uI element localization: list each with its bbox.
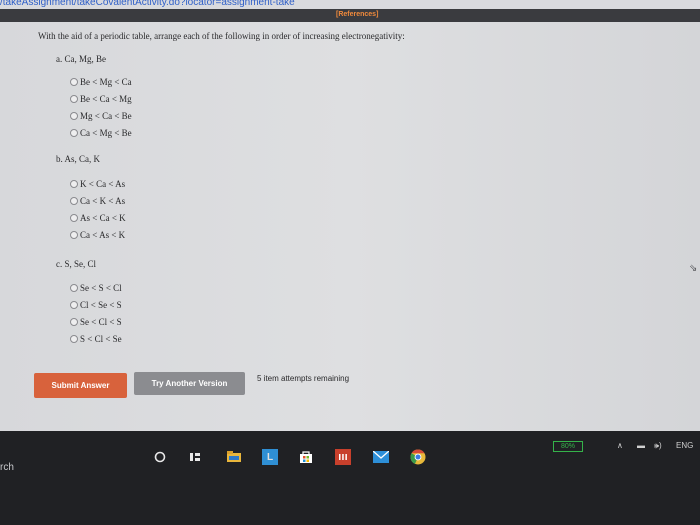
option-c-4[interactable]: S < Cl < Se (70, 334, 122, 344)
radio-button[interactable] (70, 214, 78, 222)
radio-button[interactable] (70, 95, 78, 103)
browser-url-bar[interactable]: /takeAssignment/takeCovalentActivity.do?… (0, 0, 700, 9)
option-b-2[interactable]: Ca < K < As (70, 196, 125, 206)
language-indicator[interactable]: ENG (676, 441, 693, 450)
submit-answer-button[interactable]: Submit Answer (34, 373, 127, 398)
office-icon[interactable] (335, 449, 351, 465)
radio-button[interactable] (70, 284, 78, 292)
references-link[interactable]: [References] (336, 11, 378, 18)
part-b-label: b. As, Ca, K (56, 154, 101, 164)
speaker-icon[interactable]: 🕪) (654, 441, 662, 451)
task-view-icon[interactable] (187, 449, 203, 465)
taskbar-search-text[interactable]: rch (0, 462, 14, 473)
radio-button[interactable] (70, 129, 78, 137)
radio-button[interactable] (70, 318, 78, 326)
app-l-icon[interactable]: L (262, 449, 278, 465)
option-b-1[interactable]: K < Ca < As (70, 179, 125, 189)
option-c-2[interactable]: Cl < Se < S (70, 300, 122, 310)
option-b-3[interactable]: As < Ca < K (70, 213, 126, 223)
file-explorer-icon[interactable] (226, 449, 242, 465)
option-c-1[interactable]: Se < S < Cl (70, 283, 122, 293)
radio-button[interactable] (70, 180, 78, 188)
option-b-4[interactable]: Ca < As < K (70, 230, 125, 240)
windows-taskbar (0, 431, 700, 525)
option-c-3[interactable]: Se < Cl < S (70, 317, 122, 327)
option-a-3[interactable]: Mg < Ca < Be (70, 111, 132, 121)
mail-icon[interactable] (373, 449, 389, 465)
try-another-version-button[interactable]: Try Another Version (134, 372, 245, 395)
network-icon[interactable]: ▬ (637, 441, 645, 450)
radio-button[interactable] (70, 301, 78, 309)
part-a-label: a. Ca, Mg, Be (56, 54, 106, 64)
battery-indicator[interactable]: 80% (553, 441, 583, 452)
question-prompt: With the aid of a periodic table, arrang… (38, 31, 405, 41)
option-a-2[interactable]: Be < Ca < Mg (70, 94, 132, 104)
radio-button[interactable] (70, 231, 78, 239)
chevron-up-icon[interactable]: ∧ (617, 441, 623, 450)
radio-button[interactable] (70, 78, 78, 86)
part-c-label: c. S, Se, Cl (56, 259, 97, 269)
option-a-1[interactable]: Be < Mg < Ca (70, 77, 132, 87)
option-a-4[interactable]: Ca < Mg < Be (70, 128, 132, 138)
radio-button[interactable] (70, 197, 78, 205)
store-icon[interactable] (298, 449, 314, 465)
attempts-remaining-text: 5 item attempts remaining (257, 374, 350, 383)
mouse-cursor-icon: ⇘ (689, 263, 698, 274)
cortana-circle-icon[interactable] (152, 449, 168, 465)
radio-button[interactable] (70, 112, 78, 120)
radio-button[interactable] (70, 335, 78, 343)
url-text: /takeAssignment/takeCovalentActivity.do?… (0, 0, 295, 8)
chrome-icon[interactable] (410, 449, 426, 465)
